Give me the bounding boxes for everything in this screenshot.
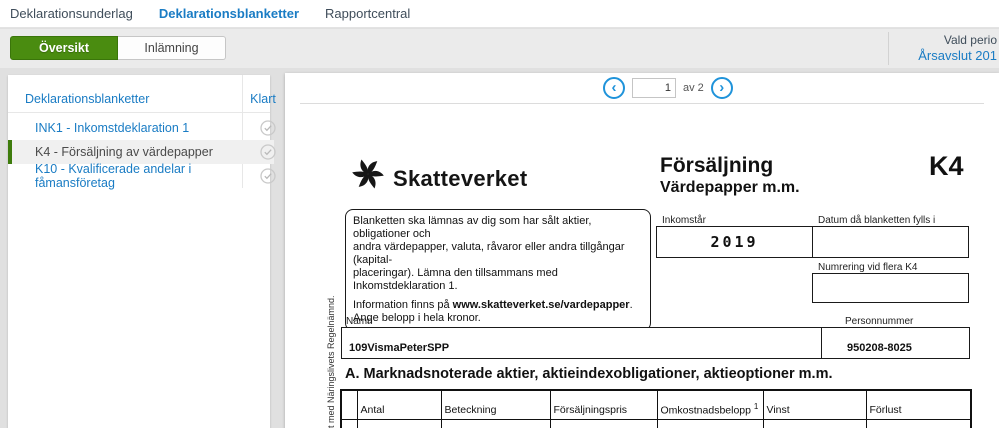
name-label: Namn — [346, 316, 373, 327]
table-row: 1 100 aaaa 25 000 12 000 13 000 — [340, 419, 972, 428]
vinst-cell: 13 000 — [762, 419, 867, 428]
sidebar-item-label: K10 - Kvalificerade andelar i fåmansföre… — [35, 162, 192, 190]
personal-number-label: Personnummer — [845, 316, 914, 327]
oversikt-button[interactable]: Översikt — [10, 36, 118, 60]
col-vinst: Vinst — [762, 389, 867, 420]
inlamning-button[interactable]: Inlämning — [118, 36, 226, 60]
info-suffix: . — [629, 299, 633, 311]
date-filled-label: Datum då blanketten fylls i — [818, 215, 936, 226]
toolbar: Översikt Inlämning Vald perio Årsavslut … — [0, 29, 999, 68]
page-count-label: av 2 — [683, 82, 704, 94]
view-segmented-control: Översikt Inlämning — [10, 36, 226, 60]
info-last-line: Ange belopp i hela kronor. — [353, 312, 481, 324]
sidebar-item-ink1[interactable]: INK1 - Inkomstdeklaration 1 — [8, 116, 276, 140]
form-margin-note: t med Näringslivets Regelnämnd. — [326, 295, 336, 428]
sidebar-item-label: INK1 - Inkomstdeklaration 1 — [35, 121, 190, 135]
period-label: Vald perio — [943, 33, 997, 47]
agency-name: Skatteverket — [393, 166, 528, 191]
k4-form-page: Skatteverket Försäljning Värdepapper m.m… — [285, 104, 999, 428]
sidebar-item-k10[interactable]: K10 - Kvalificerade andelar i fåmansföre… — [8, 162, 276, 190]
page-number-input[interactable] — [632, 78, 676, 98]
next-page-button[interactable]: › — [710, 77, 733, 99]
income-year-label: Inkomstår — [662, 215, 706, 226]
check-circle-icon — [260, 120, 276, 136]
row-number-header — [340, 389, 358, 420]
numbering-label: Numrering vid flera K4 — [818, 262, 918, 273]
omkostnadsbelopp-cell: 12 000 — [656, 419, 764, 428]
col-beteckning: Beteckning — [440, 389, 551, 420]
row-number-cell: 1 — [340, 419, 358, 428]
nav-rapportcentral[interactable]: Rapportcentral — [325, 6, 410, 21]
info-prefix: Information finns på — [353, 299, 453, 311]
sidebar-done-column-header: Klart — [250, 92, 276, 106]
info-line: Blanketten ska lämnas av dig som har sål… — [353, 215, 592, 240]
sidebar-item-label: K4 - Försäljning av värdepapper — [35, 145, 213, 159]
previous-page-button[interactable]: ‹ — [603, 77, 625, 99]
sidebar-header-divider — [8, 112, 270, 113]
form-code: K4 — [929, 151, 964, 181]
beteckning-cell: aaaa — [440, 419, 551, 428]
col-forsaljningspris: Försäljningspris — [549, 389, 658, 420]
antal-cell: 100 — [356, 419, 442, 428]
form-preview-panel: ‹ av 2 › Skatteverket — [285, 73, 999, 428]
app-window: Deklarationsunderlag Deklarationsblanket… — [0, 0, 999, 428]
sidebar-blanketter: Deklarationsblanketter Klart INK1 - Inko… — [8, 75, 276, 428]
form-info-box: Blanketten ska lämnas av dig som har sål… — [345, 209, 651, 331]
info-line: andra värdepapper, valuta, råvaror eller… — [353, 241, 625, 266]
section-a-table: Antal Beteckning Försäljningspris Omkost… — [340, 389, 972, 428]
table-header-row: Antal Beteckning Försäljningspris Omkost… — [340, 389, 972, 420]
form-title-line1: Försäljning — [660, 154, 774, 177]
check-circle-icon — [260, 144, 276, 160]
forsaljningspris-cell: 25 000 — [549, 419, 658, 428]
numbering-box — [812, 273, 969, 303]
personal-number-value: 950208-8025 — [847, 342, 912, 354]
footnote-marker: 1 — [753, 401, 759, 411]
name-value: 109VismaPeterSPP — [349, 342, 450, 354]
check-circle-icon — [260, 168, 276, 184]
sidebar-item-k4[interactable]: K4 - Försäljning av värdepapper — [8, 140, 276, 164]
nav-deklarationsblanketter[interactable]: Deklarationsblanketter — [159, 6, 299, 21]
col-antal: Antal — [356, 389, 442, 420]
skatteverket-logo-icon — [350, 156, 386, 197]
forlust-cell — [865, 419, 972, 428]
income-year-box: 2019 — [656, 226, 813, 258]
date-filled-box — [812, 226, 969, 258]
income-year-value: 2019 — [710, 233, 759, 251]
sidebar-title: Deklarationsblanketter — [25, 92, 150, 106]
form-title-line2: Värdepapper m.m. — [660, 179, 800, 196]
section-a-title: A. Marknadsnoterade aktier, aktieindexob… — [345, 366, 833, 382]
personal-number-box: 950208-8025 — [821, 327, 970, 359]
col-forlust: Förlust — [865, 389, 972, 420]
nav-deklarationsunderlag[interactable]: Deklarationsunderlag — [10, 6, 133, 21]
selected-period: Vald perio Årsavslut 201 — [887, 33, 997, 63]
top-navigation: Deklarationsunderlag Deklarationsblanket… — [0, 0, 999, 28]
period-value-link[interactable]: Årsavslut 201 — [887, 48, 997, 63]
info-url: www.skatteverket.se/vardepapper — [452, 299, 630, 311]
info-line: placeringar). Lämna den tillsammans med … — [353, 267, 558, 292]
page-navigator: ‹ av 2 › — [603, 77, 733, 99]
name-box: 109VismaPeterSPP — [341, 327, 822, 359]
col-omkostnadsbelopp: Omkostnadsbelopp 1 — [656, 389, 764, 420]
